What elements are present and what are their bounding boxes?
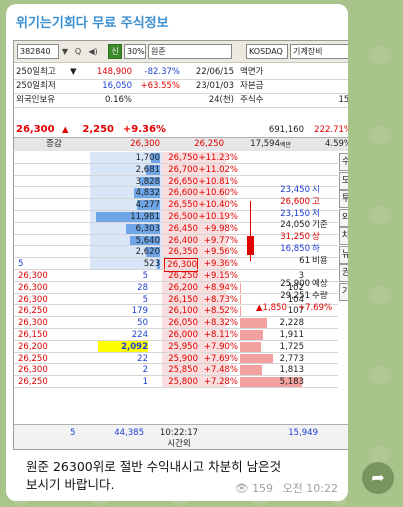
trade-amount: 17,594 [250,139,280,149]
info-value: 15, [338,95,348,105]
side-tab-button[interactable]: 도 [339,171,348,190]
info-date: 22/06/15 [195,67,234,77]
expected-change: ▲1,850 [256,303,287,313]
message-line-2: 보시기 바랍니다. [26,477,115,492]
expected-rate: +7.69% [298,303,333,313]
up-arrow-icon: ▲ [62,125,69,135]
current-price: 26,300 [16,124,55,135]
side-tab-button[interactable]: 권 [339,264,348,282]
info-key: 자본금 [240,81,264,91]
stat-value: 31,250 [280,232,310,243]
stat-value: 23,450 [280,185,310,195]
stock-name[interactable]: 원준 [148,44,232,59]
stat-value: 23,150 [280,208,310,219]
stat-label: 기준 [312,220,328,231]
info-price: 148,900 [96,67,132,77]
stat-label: 비용 [312,255,328,266]
info-label: 250일최고 [16,67,56,77]
info-rate: +63.55% [140,81,180,91]
message-meta: 👁 159 오전 10:22 [235,480,338,496]
info-arrow[interactable]: ▼ [70,66,80,78]
stat-label: 예상 [312,279,328,290]
margin-rate: 30% [124,44,146,59]
message-bubble: 위기는기회다 무료 주식정보 382840 ▼ Q ◀) 신 30% 원준 KO… [6,4,348,501]
stat-label: 수량 [312,291,328,302]
stat-value: 61 [299,255,310,266]
stat-label: 저 [312,208,320,219]
bid-qty-bar [240,294,241,305]
head-ask-price: 26,300 [130,139,160,149]
trade-amount-unit: 백만 [280,142,292,149]
message-line-1: 원준 26300위로 절반 수익내시고 차분히 남은것 [26,459,282,474]
footer-left: 5 [70,428,76,438]
volume-rate: 222.71% [314,125,348,135]
info-date: 24(천) [208,95,234,105]
info-key: 액면가 [240,67,264,77]
volume: 691,160 [268,125,304,135]
bid-qty-bar [240,306,241,317]
bid-qty-bar [240,282,241,293]
info-label: 외국인보유 [16,95,56,105]
search-icon[interactable]: Q [72,44,84,59]
stat-value: 29,251 [280,291,310,302]
stat-value: 26,600 [280,196,310,207]
stat-label: 시 [312,185,320,195]
eye-icon: 👁 [234,482,249,495]
info-price: 0.16% [104,95,132,105]
sector-label: 기계장비 [290,44,348,59]
stat-label: 하 [312,244,320,254]
stat-value: 24,050 [280,220,310,231]
stat-value: 25,900 [280,279,310,290]
new-badge: 신 [108,44,122,59]
side-tab-button[interactable]: 차 [339,227,348,245]
candle-body [247,236,254,255]
side-tab-button[interactable]: 투 [339,190,348,208]
hts-screenshot[interactable]: 382840 ▼ Q ◀) 신 30% 원준 KOSDAQ 기계장비 250일최… [13,40,348,450]
stat-value: 16,850 [280,244,310,254]
dropdown-icon[interactable]: ▼ [60,44,70,59]
info-date: 23/01/03 [195,81,234,91]
after-hours-label: 시간외 [167,439,191,449]
ask-total: 44,385 [114,428,144,438]
stock-code-input[interactable]: 382840 [17,44,59,59]
market-label: KOSDAQ [246,44,288,59]
side-tab-button[interactable]: 기 [339,282,348,301]
side-tab-button[interactable]: 뉴 [339,245,348,264]
info-rate: -82.37% [144,67,180,77]
bid-total: 15,949 [288,428,318,438]
channel-title[interactable]: 위기는기회다 무료 주식정보 [16,12,169,31]
side-tab-button[interactable]: 외 [339,208,348,227]
change-rate: +9.36% [122,124,166,135]
info-label: 250일최저 [16,81,56,91]
share-icon: ➦ [371,468,385,487]
side-tab-button[interactable]: 수 [339,153,348,171]
view-count: 159 [252,482,274,495]
stat-label: 상 [312,232,320,243]
stock-toolbar: 382840 ▼ Q ◀) 신 30% 원준 KOSDAQ 기계장비 [14,41,348,63]
change-label: 증감 [46,139,62,149]
sound-icon[interactable]: ◀) [86,44,100,59]
share-button[interactable]: ➦ [362,462,394,494]
row-divider [14,387,338,388]
info-price: 16,050 [102,81,132,91]
head-bid-price: 26,250 [194,139,224,149]
info-divider [14,107,348,108]
stat-label: 고 [312,196,320,207]
turnover-rate: 4.59% [324,139,348,149]
info-key: 주식수 [240,95,264,105]
price-change: 2,250 [82,124,114,135]
message-time: 오전 10:22 [282,482,338,495]
